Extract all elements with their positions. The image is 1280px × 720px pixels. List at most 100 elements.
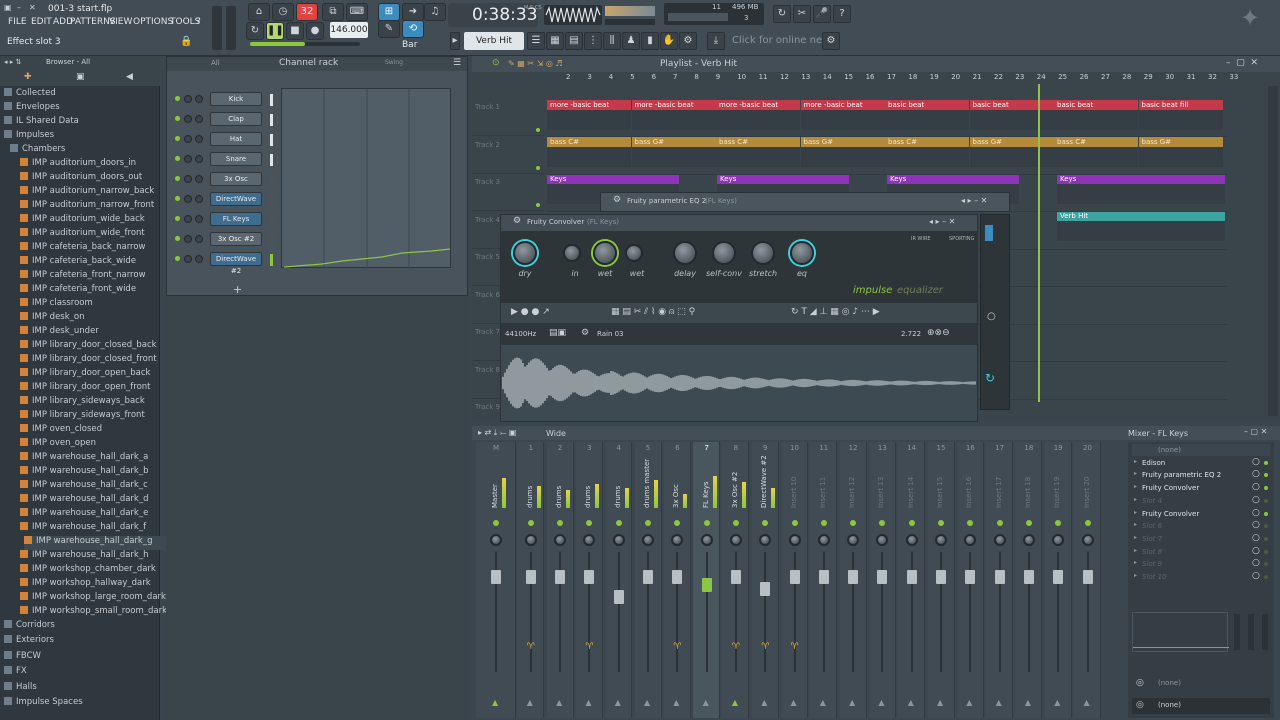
volume-fader[interactable] [906,570,917,584]
insert-mute-led[interactable] [1055,520,1062,526]
insert-mute-led[interactable] [762,520,769,526]
route-arrow-icon[interactable]: ▲ [878,698,884,707]
microphone-icon[interactable]: 🎤 [813,5,831,23]
channel-button[interactable]: Clap [210,112,262,126]
menu-help[interactable]: ? [196,17,201,27]
effect-slot[interactable]: ▸ Slot 9 ○ [1132,558,1270,570]
volume-fader[interactable] [1082,570,1093,584]
browser-item[interactable]: IMP auditorium_wide_front [20,228,145,242]
slot-enable-led[interactable] [1264,562,1268,567]
clip-body[interactable] [885,110,969,130]
channel-button[interactable]: FL Keys [210,212,262,226]
route-arrow-icon[interactable]: ▲ [556,698,562,707]
browser-item[interactable]: IL Shared Data [4,116,79,130]
channel-button[interactable]: DirectWave #2 [210,252,262,275]
browser-item[interactable]: Collected [4,88,56,102]
volume-fader[interactable] [613,590,624,604]
channel-select-indicator[interactable] [270,134,273,146]
channel-volume-knob[interactable] [195,135,203,143]
playlist-clip[interactable]: basic beat fill [1138,100,1223,110]
insert-mute-led[interactable] [908,520,915,526]
browser-item[interactable]: IMP oven_closed [20,424,102,438]
mixer-strip[interactable]: 3 drums ♈ ▲ [575,442,603,718]
browser-item[interactable]: IMP warehouse_hall_dark_d [20,494,149,508]
clip-body[interactable] [631,147,716,167]
effect-slot[interactable]: ▸ Slot 6 ○ [1132,520,1270,532]
transport-icons[interactable]: ▶ ● ● ↗ [511,307,550,317]
link-icon[interactable]: ⟲ [402,20,424,38]
mixer-strip[interactable]: 14 Insert 14 ▲ [898,442,926,718]
browser-item[interactable]: IMP cafeteria_back_wide [20,256,136,270]
channel-pan-knob[interactable] [184,215,192,223]
playlist-clip[interactable]: bass C# [885,137,969,147]
route-arrow-icon[interactable]: ▲ [849,698,855,707]
gear-icon[interactable]: ⚙ [613,195,621,205]
pan-knob[interactable] [1052,534,1065,546]
slot-expand-icon[interactable]: ▸ [1134,534,1137,541]
volume-fader[interactable] [1023,570,1034,584]
loop-record-icon[interactable]: ↻ [246,22,264,40]
insert-mute-led[interactable] [586,520,593,526]
browser-item[interactable]: FBCW [4,650,41,665]
mixer-strip[interactable]: 11 Insert 11 ▲ [810,442,838,718]
channel-volume-knob[interactable] [195,95,203,103]
volume-fader[interactable] [848,570,859,584]
playlist-clip[interactable]: Keys [887,174,1019,184]
mixer-mode[interactable]: Wide [546,429,566,438]
route-arrow-icon[interactable]: ▲ [1054,698,1060,707]
insert-mute-led[interactable] [732,520,739,526]
playlist-clip[interactable]: basic beat [969,100,1054,110]
volume-fader[interactable] [965,570,976,584]
volume-fader[interactable] [818,570,829,584]
clip-body[interactable] [969,110,1054,130]
playlist-clip[interactable]: bass G# [631,137,716,147]
pan-knob[interactable] [759,534,772,546]
effect-slot[interactable]: ▸ Slot 4 ○ [1132,495,1270,507]
typing-keyboard-icon[interactable]: ⌨ [346,3,368,21]
pencil-tool-icon[interactable]: ✎ [378,20,400,38]
refresh-icon[interactable]: ↻ [773,5,791,23]
mixer-strip[interactable]: 2 drums ▲ [546,442,574,718]
tempo-tapper-icon[interactable]: ✋ [660,32,678,50]
browser-snap-icon[interactable]: ✚ [24,72,32,82]
rack-menu-icon[interactable]: ☰ [453,58,461,68]
fader-track[interactable] [705,552,708,672]
ir-settings-icon[interactable]: ⚙ [581,328,589,338]
sidechain-icon[interactable]: ♈ [585,642,593,652]
browser-item[interactable]: IMP auditorium_doors_in [20,158,136,172]
browser-item[interactable]: IMP library_door_closed_front [20,354,157,368]
channel-pan-knob[interactable] [184,255,192,263]
cut-icon[interactable]: ✂ [793,5,811,23]
mixer-strip[interactable]: 4 drums ▲ [605,442,633,718]
browser-item[interactable]: Halls [4,681,37,696]
piano-roll-icon[interactable]: ▦ [546,32,564,50]
slot-mix-knob[interactable]: ○ [1252,546,1260,556]
browser-item[interactable]: FX [4,666,27,680]
effect-slot[interactable]: ▸ Slot 10 ○ [1132,571,1270,583]
insert-mute-led[interactable] [615,520,622,526]
channel-pan-knob[interactable] [184,235,192,243]
clip-body[interactable] [1138,147,1223,167]
zoom-icons[interactable]: ⊕⊗⊖ [927,328,950,338]
mixer-strip[interactable]: 10 Insert 10 ♈ ▲ [781,442,808,718]
channel-button[interactable]: Kick [210,92,262,106]
mixer-output-select[interactable]: ◎ (none) [1132,698,1270,714]
browser-item[interactable]: IMP oven_open [20,438,96,452]
effect-slot[interactable]: ▸ Fruity Convolver ○ [1132,508,1270,520]
channel-pan-knob[interactable] [184,95,192,103]
snap-icon[interactable]: ⊞ [378,3,400,21]
effect-slot[interactable]: ▸ Fruity Convolver ○ [1132,482,1270,494]
snap-selector[interactable]: Bar [402,40,417,50]
channel-volume-knob[interactable] [195,235,203,243]
sidechain-icon[interactable]: ♈ [732,642,740,652]
playlist-clip[interactable]: Keys [1057,174,1225,184]
browser-item[interactable]: IMP library_door_open_back [20,368,150,382]
route-arrow-icon[interactable]: ▲ [703,698,709,707]
browser-speaker-icon[interactable]: ◀ [126,72,133,82]
browser-item[interactable]: IMP workshop_large_room_dark [20,592,166,606]
mixer-strip[interactable]: 8 3x Osc #2 ♈ ▲ [722,442,750,718]
volume-fader[interactable] [525,570,536,584]
clip-body[interactable] [1054,147,1138,167]
playlist-tools-icon[interactable]: ✎ ▦ ✂ ⇲ ◎ ♬ [508,59,563,68]
slot-expand-icon[interactable]: ▸ [1134,559,1137,566]
